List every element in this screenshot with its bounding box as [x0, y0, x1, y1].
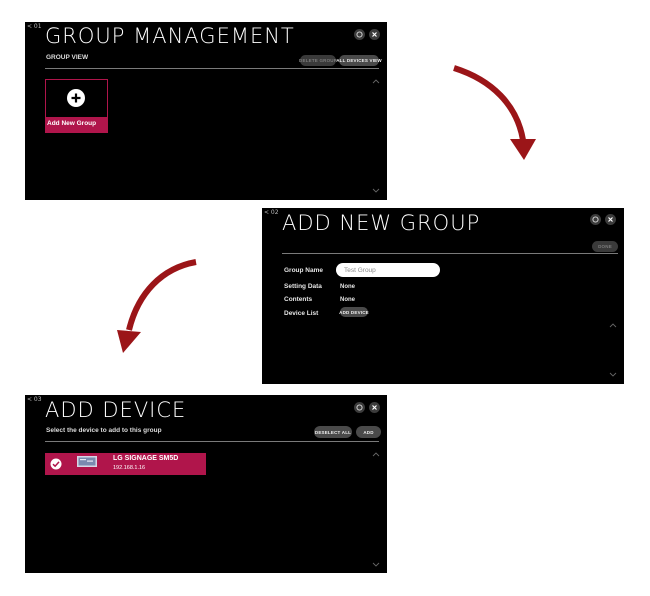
group-management-screen: < 01 GROUP MANAGEMENT GROUP VIEW DELETE … — [25, 22, 387, 200]
screen-step-tag: < 01 — [27, 23, 42, 30]
flow-arrow-right — [453, 65, 536, 160]
page-title: ADD DEVICE — [45, 398, 187, 422]
device-ip: 192.168.1.16 — [113, 465, 146, 471]
instruction-text: Select the device to add to this group — [46, 427, 162, 434]
all-devices-view-button[interactable]: ALL DEVICES VIEW — [336, 55, 382, 66]
chevron-up-icon[interactable] — [372, 452, 380, 457]
add-button[interactable]: ADD — [356, 426, 381, 438]
chevron-up-icon[interactable] — [372, 79, 380, 84]
close-icon — [372, 405, 377, 410]
refresh-icon — [356, 31, 363, 38]
device-name: LG SIGNAGE SM5D — [113, 455, 179, 462]
page-title: GROUP MANAGEMENT — [45, 24, 295, 48]
group-view-label: GROUP VIEW — [46, 54, 89, 61]
refresh-button[interactable] — [354, 402, 365, 413]
plus-circle-icon — [67, 89, 85, 107]
chevron-up-icon[interactable] — [609, 323, 617, 328]
add-new-group-label: Add New Group — [46, 117, 107, 132]
refresh-icon — [592, 216, 599, 223]
screen-step-tag: < 03 — [27, 396, 42, 403]
done-button[interactable]: DONE — [592, 241, 618, 252]
setting-data-value: None — [340, 284, 355, 290]
chevron-down-icon[interactable] — [372, 188, 380, 193]
group-name-label: Group Name — [284, 267, 324, 274]
device-list-item[interactable]: LG SIGNAGE SM5D 192.168.1.16 — [45, 453, 206, 475]
refresh-button[interactable] — [354, 29, 365, 40]
close-icon — [608, 217, 613, 222]
close-button[interactable] — [369, 402, 380, 413]
check-circle-icon — [50, 458, 62, 470]
display-thumbnail-icon — [77, 456, 97, 467]
add-device-screen: < 03 ADD DEVICE Select the device to add… — [25, 395, 387, 573]
close-button[interactable] — [605, 214, 616, 225]
flow-arrow-left — [117, 259, 197, 353]
delete-group-button[interactable]: DELETE GROUP — [299, 55, 337, 66]
device-list-label: Device List — [284, 310, 319, 317]
page-title: ADD NEW GROUP — [282, 211, 481, 235]
header-divider — [282, 253, 618, 254]
setting-data-label: Setting Data — [284, 283, 322, 290]
header-divider — [45, 441, 379, 442]
add-new-group-screen: < 02 ADD NEW GROUP DONE Group Name Test … — [262, 208, 624, 384]
contents-value: None — [340, 297, 355, 303]
screen-step-tag: < 02 — [264, 209, 279, 216]
close-icon — [372, 32, 377, 37]
refresh-button[interactable] — [590, 214, 601, 225]
header-divider — [45, 68, 379, 69]
add-new-group-tile[interactable]: Add New Group — [45, 79, 108, 133]
group-name-input[interactable]: Test Group — [336, 263, 440, 277]
add-device-button[interactable]: ADD DEVICE — [339, 307, 369, 317]
deselect-all-button[interactable]: DESELECT ALL — [314, 426, 352, 438]
close-button[interactable] — [369, 29, 380, 40]
contents-label: Contents — [284, 296, 313, 303]
chevron-down-icon[interactable] — [372, 562, 380, 567]
refresh-icon — [356, 404, 363, 411]
chevron-down-icon[interactable] — [609, 372, 617, 377]
